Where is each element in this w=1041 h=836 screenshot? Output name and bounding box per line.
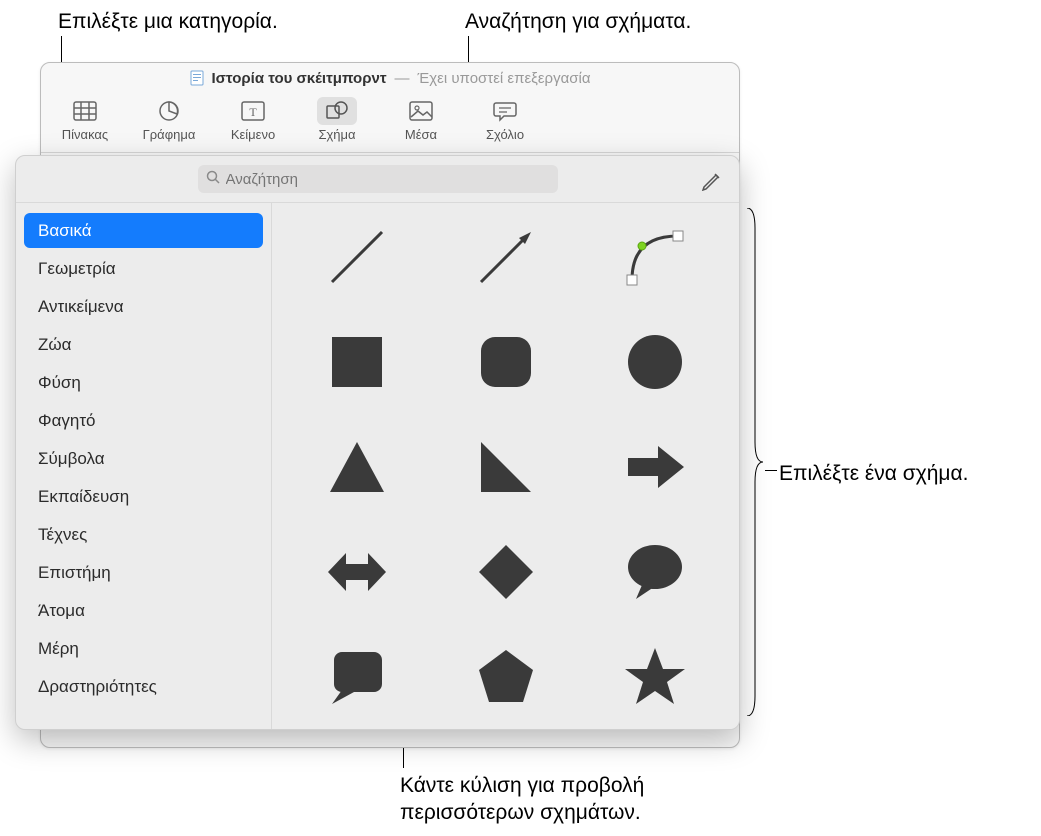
shape-arrow-line[interactable]: [468, 219, 543, 294]
shape-pentagon[interactable]: [468, 639, 543, 714]
chart-button[interactable]: Γράφημα: [131, 93, 207, 142]
callout-scroll-line2: περισσότερων σχημάτων.: [400, 801, 641, 824]
table-icon: [65, 97, 105, 125]
shape-star[interactable]: [617, 639, 692, 714]
text-button[interactable]: T Κείμενο: [215, 93, 291, 142]
callout-line-shape: [765, 470, 777, 471]
category-item-people[interactable]: Άτομα: [24, 593, 263, 628]
category-item-basics[interactable]: Βασικά: [24, 213, 263, 248]
titlebar: Ιστορία του σκέιτμπορντ — Έχει υποστεί ε…: [41, 63, 739, 93]
svg-text:T: T: [249, 105, 257, 119]
search-row: [16, 156, 739, 202]
shape-rounded-square[interactable]: [468, 324, 543, 399]
comment-button[interactable]: Σχόλιο: [467, 93, 543, 142]
callout-scroll: Κάντε κύλιση για προβολή περισσότερων σχ…: [400, 772, 644, 827]
search-icon: [206, 169, 220, 189]
callout-search: Αναζήτηση για σχήματα.: [465, 8, 691, 35]
shape-arrow-right[interactable]: [617, 429, 692, 504]
shape-button[interactable]: Σχήμα: [299, 93, 375, 142]
chart-label: Γράφημα: [143, 127, 196, 142]
shape-circle[interactable]: [617, 324, 692, 399]
table-button[interactable]: Πίνακας: [47, 93, 123, 142]
shapes-grid: [272, 203, 739, 729]
category-item-food[interactable]: Φαγητό: [24, 403, 263, 438]
shape-icon: [317, 97, 357, 125]
comment-icon: [485, 97, 525, 125]
category-item-geometry[interactable]: Γεωμετρία: [24, 251, 263, 286]
callout-category: Επιλέξτε μια κατηγορία.: [58, 8, 278, 35]
chart-icon: [149, 97, 189, 125]
popup-body: Βασικά Γεωμετρία Αντικείμενα Ζώα Φύση Φα…: [16, 202, 739, 729]
category-item-arts[interactable]: Τέχνες: [24, 517, 263, 552]
shape-triangle[interactable]: [319, 429, 394, 504]
category-item-science[interactable]: Επιστήμη: [24, 555, 263, 590]
brace-icon: [745, 208, 765, 716]
media-label: Μέσα: [405, 127, 437, 142]
category-item-education[interactable]: Εκπαίδευση: [24, 479, 263, 514]
text-label: Κείμενο: [231, 127, 275, 142]
comment-label: Σχόλιο: [486, 127, 524, 142]
shape-square-callout[interactable]: [319, 639, 394, 714]
search-field-wrap[interactable]: [198, 165, 558, 193]
text-icon: T: [233, 97, 273, 125]
search-input[interactable]: [226, 171, 550, 188]
edited-label: Έχει υποστεί επεξεργασία: [418, 70, 591, 87]
toolbar: Πίνακας Γράφημα T Κείμενο Σχήμα Μέσα: [41, 93, 739, 153]
callout-select-shape: Επιλέξτε ένα σχήμα.: [779, 460, 969, 487]
media-button[interactable]: Μέσα: [383, 93, 459, 142]
shapes-scroll-area[interactable]: [271, 203, 739, 729]
category-item-places[interactable]: Μέρη: [24, 631, 263, 666]
shapes-popover: Βασικά Γεωμετρία Αντικείμενα Ζώα Φύση Φα…: [15, 155, 740, 730]
shape-diamond[interactable]: [468, 534, 543, 609]
category-item-activities[interactable]: Δραστηριότητες: [24, 669, 263, 704]
shape-double-arrow[interactable]: [319, 534, 394, 609]
category-item-objects[interactable]: Αντικείμενα: [24, 289, 263, 324]
table-label: Πίνακας: [62, 127, 108, 142]
shape-label: Σχήμα: [318, 127, 355, 142]
shape-speech-bubble[interactable]: [617, 534, 692, 609]
shape-curve[interactable]: [617, 219, 692, 294]
document-icon: [190, 70, 204, 86]
callout-scroll-line1: Κάντε κύλιση για προβολή: [400, 774, 644, 797]
media-icon: [401, 97, 441, 125]
category-list: Βασικά Γεωμετρία Αντικείμενα Ζώα Φύση Φα…: [16, 203, 271, 729]
draw-shape-button[interactable]: [697, 168, 725, 192]
category-item-animals[interactable]: Ζώα: [24, 327, 263, 362]
shape-square[interactable]: [319, 324, 394, 399]
shape-right-triangle[interactable]: [468, 429, 543, 504]
category-item-nature[interactable]: Φύση: [24, 365, 263, 400]
doc-title: Ιστορία του σκέιτμπορντ: [212, 70, 387, 87]
title-dash: —: [395, 70, 410, 87]
shape-line[interactable]: [319, 219, 394, 294]
category-item-symbols[interactable]: Σύμβολα: [24, 441, 263, 476]
